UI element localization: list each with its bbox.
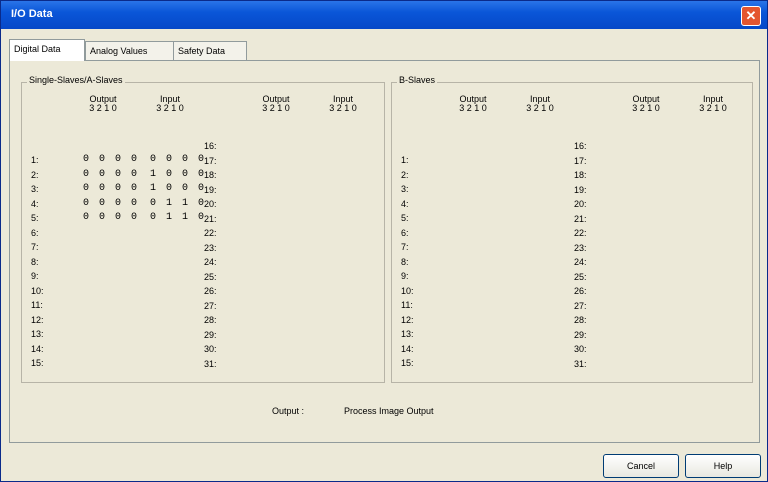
- window-title: I/O Data: [11, 8, 53, 20]
- slave-label: 29:: [574, 329, 587, 340]
- output-bits-value: 0 0 0 0: [83, 154, 140, 165]
- slave-label: 5:: [31, 213, 39, 223]
- slave-label: 7:: [31, 242, 39, 252]
- slave-label: 31:: [574, 358, 587, 369]
- tab-digital-data[interactable]: Digital Data: [9, 39, 85, 61]
- group-title: B-Slaves: [397, 75, 438, 85]
- title-bar[interactable]: I/O Data ✕: [1, 1, 767, 29]
- tab-panel: Single-Slaves/A-Slaves Output 3 2 1 0 In…: [9, 60, 760, 443]
- output-bits-header: 3 2 1 0: [89, 103, 117, 113]
- slave-label: 12:: [31, 314, 44, 325]
- input-column-header-2: Input 3 2 1 0: [323, 95, 363, 113]
- slave-label: 6:: [31, 227, 39, 238]
- input-bits-header: 3 2 1 0: [156, 103, 184, 113]
- input-bits-value: 1 0 0 0: [150, 168, 207, 180]
- input-bits-header: 3 2 1 0: [526, 103, 554, 113]
- group-title: Single-Slaves/A-Slaves: [27, 75, 125, 85]
- tab-analog-values[interactable]: Analog Values: [85, 41, 174, 60]
- slave-label: 10:: [31, 285, 44, 296]
- slave-label: 30:: [574, 344, 587, 354]
- slave-label: 16:: [204, 141, 217, 151]
- slave-label: 2:: [401, 169, 409, 180]
- slave-label: 31:: [204, 358, 217, 369]
- output-column-header-2: Output 3 2 1 0: [626, 95, 666, 113]
- input-bits-value: 1 0 0 0: [150, 183, 207, 194]
- slave-label: 6:: [401, 227, 409, 238]
- slave-label: 25:: [574, 271, 587, 282]
- input-column-header: Input 3 2 1 0: [150, 95, 190, 113]
- slave-label: 29:: [204, 329, 217, 340]
- input-column-header: Input 3 2 1 0: [520, 95, 560, 113]
- legend-label: Output :: [272, 406, 305, 416]
- slave-label: 14:: [31, 343, 44, 354]
- slave-label: 5:: [401, 213, 409, 223]
- slave-label: 20:: [574, 199, 587, 209]
- slave-label: 10:: [401, 285, 414, 296]
- slave-label: 30:: [204, 344, 217, 354]
- slave-label: 28:: [204, 315, 217, 325]
- slave-label: 21:: [574, 213, 587, 224]
- slave-label: 1:: [401, 155, 409, 165]
- slave-label: 13:: [401, 329, 414, 339]
- output-column-header: Output 3 2 1 0: [83, 95, 123, 113]
- io-data-dialog: I/O Data ✕ Digital Data Analog Values Sa…: [0, 0, 768, 482]
- slave-label: 8:: [401, 256, 409, 267]
- legend-value: Process Image Output: [344, 406, 434, 416]
- slave-label: 24:: [574, 257, 587, 267]
- slave-label: 2:: [31, 169, 39, 180]
- slave-label: 26:: [574, 286, 587, 296]
- slave-label: 23:: [574, 242, 587, 253]
- b-slaves-group: B-Slaves Output 3 2 1 0 Input 3 2 1 0 Ou…: [391, 75, 753, 383]
- output-bits-value: 0 0 0 0: [83, 212, 140, 223]
- slave-label: 18:: [574, 170, 587, 180]
- output-column-header: Output 3 2 1 0: [453, 95, 493, 113]
- slave-label: 9:: [401, 271, 409, 281]
- slave-label: 15:: [401, 358, 414, 368]
- slave-label: 24:: [204, 257, 217, 267]
- tab-safety-data[interactable]: Safety Data: [173, 41, 247, 60]
- output-bits-value: 0 0 0 0: [83, 183, 140, 194]
- input-bits-value: 0 1 1 0: [150, 212, 207, 223]
- slave-label: 4:: [31, 198, 39, 209]
- slave-label: 17:: [574, 155, 587, 166]
- output-bits-header: 3 2 1 0: [632, 103, 660, 113]
- slave-label: 22:: [204, 228, 217, 238]
- slave-label: 28:: [574, 315, 587, 325]
- slave-label: 13:: [31, 329, 44, 339]
- input-bits-header: 3 2 1 0: [699, 103, 727, 113]
- help-button[interactable]: Help: [685, 454, 761, 478]
- slave-label: 12:: [401, 314, 414, 325]
- slave-label: 11:: [31, 300, 43, 310]
- input-column-header-2: Input 3 2 1 0: [693, 95, 733, 113]
- slave-label: 8:: [31, 256, 39, 267]
- slave-label: 22:: [574, 228, 587, 238]
- slave-label: 27:: [574, 300, 587, 311]
- slave-label: 9:: [31, 271, 39, 281]
- slave-label: 14:: [401, 343, 414, 354]
- close-icon[interactable]: ✕: [741, 6, 761, 26]
- slave-label: 26:: [204, 286, 217, 296]
- output-column-header-2: Output 3 2 1 0: [256, 95, 296, 113]
- slave-label: 23:: [204, 242, 217, 253]
- cancel-button[interactable]: Cancel: [603, 454, 679, 478]
- output-bits-value: 0 0 0 0: [83, 197, 140, 209]
- slave-label: 4:: [401, 198, 409, 209]
- slave-label: 27:: [204, 300, 217, 311]
- output-bits-header: 3 2 1 0: [459, 103, 487, 113]
- slave-label: 19:: [574, 184, 587, 195]
- input-bits-header: 3 2 1 0: [329, 103, 357, 113]
- slave-label: 7:: [401, 242, 409, 252]
- slave-label: 3:: [401, 184, 409, 194]
- input-bits-value: 0 1 1 0: [150, 197, 207, 209]
- input-bits-value: 0 0 0 0: [150, 154, 207, 165]
- output-bits-value: 0 0 0 0: [83, 168, 140, 180]
- slave-label: 25:: [204, 271, 217, 282]
- slave-label: 1:: [31, 155, 39, 165]
- output-bits-header: 3 2 1 0: [262, 103, 290, 113]
- slave-label: 15:: [31, 358, 44, 368]
- slave-label: 16:: [574, 141, 587, 151]
- slave-label: 11:: [401, 300, 413, 310]
- single-a-slaves-group: Single-Slaves/A-Slaves Output 3 2 1 0 In…: [21, 75, 385, 383]
- slave-label: 3:: [31, 184, 39, 194]
